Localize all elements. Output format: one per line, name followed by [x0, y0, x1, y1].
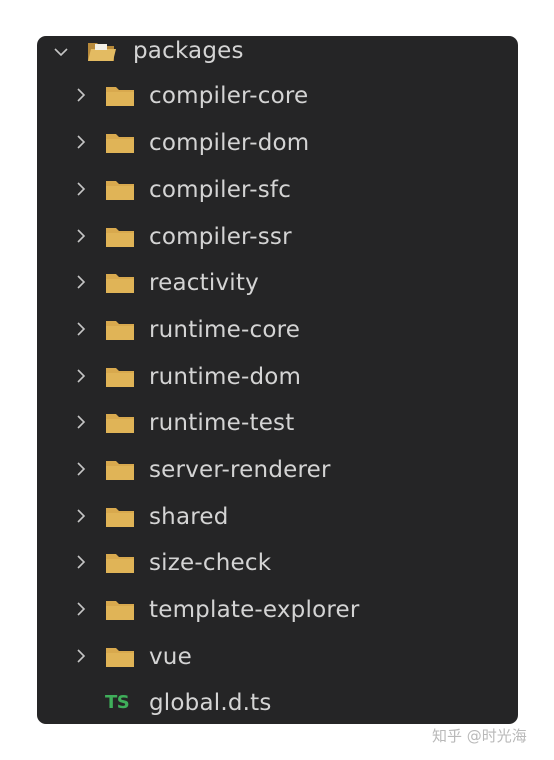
folder-icon [105, 226, 135, 248]
folder-icon [105, 412, 135, 434]
tree-folder-compiler-dom[interactable]: compiler-dom [37, 129, 518, 175]
chevron-right-icon[interactable] [73, 368, 89, 384]
tree-root-packages[interactable]: packages [37, 36, 518, 82]
tree-item-label: compiler-ssr [149, 224, 292, 250]
folder-icon [105, 646, 135, 668]
chevron-right-icon[interactable] [73, 181, 89, 197]
tree-folder-runtime-test[interactable]: runtime-test [37, 409, 518, 455]
folder-icon [105, 366, 135, 388]
tree-item-label: size-check [149, 550, 272, 576]
chevron-right-icon[interactable] [73, 228, 89, 244]
tree-item-label: server-renderer [149, 457, 331, 483]
tree-item-label: vue [149, 644, 192, 670]
folder-icon [105, 319, 135, 341]
tree-item-label: packages [133, 38, 244, 64]
folder-icon [105, 459, 135, 481]
watermark: 知乎 @时光海 [432, 727, 527, 745]
chevron-right-icon[interactable] [73, 508, 89, 524]
chevron-down-icon[interactable] [53, 44, 69, 60]
tree-item-label: compiler-core [149, 83, 309, 109]
tree-item-label: reactivity [149, 270, 259, 296]
tree-folder-template-explorer[interactable]: template-explorer [37, 596, 518, 642]
tree-item-label: compiler-sfc [149, 177, 292, 203]
tree-folder-vue[interactable]: vue [37, 643, 518, 689]
tree-item-label: shared [149, 504, 229, 530]
tree-folder-runtime-core[interactable]: runtime-core [37, 316, 518, 362]
tree-folder-compiler-core[interactable]: compiler-core [37, 82, 518, 128]
folder-icon [105, 85, 135, 107]
folder-icon [105, 179, 135, 201]
tree-item-label: runtime-test [149, 410, 295, 436]
chevron-right-icon[interactable] [73, 461, 89, 477]
chevron-right-icon[interactable] [73, 274, 89, 290]
chevron-right-icon[interactable] [73, 134, 89, 150]
typescript-file-icon: TS [105, 692, 130, 713]
open-folder-icon [87, 39, 117, 61]
tree-item-label: template-explorer [149, 597, 360, 623]
chevron-right-icon[interactable] [73, 648, 89, 664]
folder-icon [105, 599, 135, 621]
chevron-right-icon[interactable] [73, 321, 89, 337]
tree-folder-compiler-sfc[interactable]: compiler-sfc [37, 176, 518, 222]
tree-folder-server-renderer[interactable]: server-renderer [37, 456, 518, 502]
folder-icon [105, 272, 135, 294]
tree-item-label: runtime-dom [149, 364, 302, 390]
tree-folder-reactivity[interactable]: reactivity [37, 269, 518, 315]
chevron-right-icon[interactable] [73, 414, 89, 430]
tree-file-global-d-ts[interactable]: TS global.d.ts [37, 689, 518, 724]
chevron-right-icon[interactable] [73, 87, 89, 103]
tree-item-label: global.d.ts [149, 690, 272, 716]
tree-folder-runtime-dom[interactable]: runtime-dom [37, 363, 518, 409]
tree-folder-size-check[interactable]: size-check [37, 549, 518, 595]
tree-folder-compiler-ssr[interactable]: compiler-ssr [37, 223, 518, 269]
folder-icon [105, 132, 135, 154]
tree-folder-shared[interactable]: shared [37, 503, 518, 549]
tree-item-label: runtime-core [149, 317, 301, 343]
chevron-right-icon[interactable] [73, 601, 89, 617]
folder-icon [105, 506, 135, 528]
file-explorer-panel: packages compiler-core compiler-dom comp… [37, 36, 518, 724]
tree-item-label: compiler-dom [149, 130, 310, 156]
folder-icon [105, 552, 135, 574]
chevron-right-icon[interactable] [73, 554, 89, 570]
